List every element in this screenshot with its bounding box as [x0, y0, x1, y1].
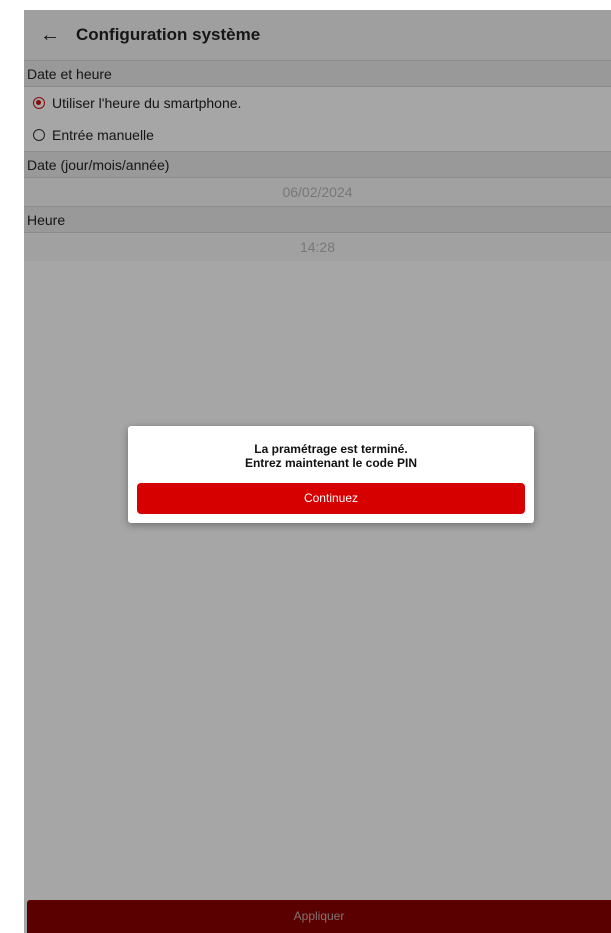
- dialog-message-line-2: Entrez maintenant le code PIN: [244, 456, 418, 470]
- dialog-message-line-1: La pramétrage est terminé.: [254, 442, 408, 456]
- completion-dialog: La pramétrage est terminé. Entrez mainte…: [128, 426, 534, 523]
- continue-button[interactable]: Continuez: [137, 483, 525, 514]
